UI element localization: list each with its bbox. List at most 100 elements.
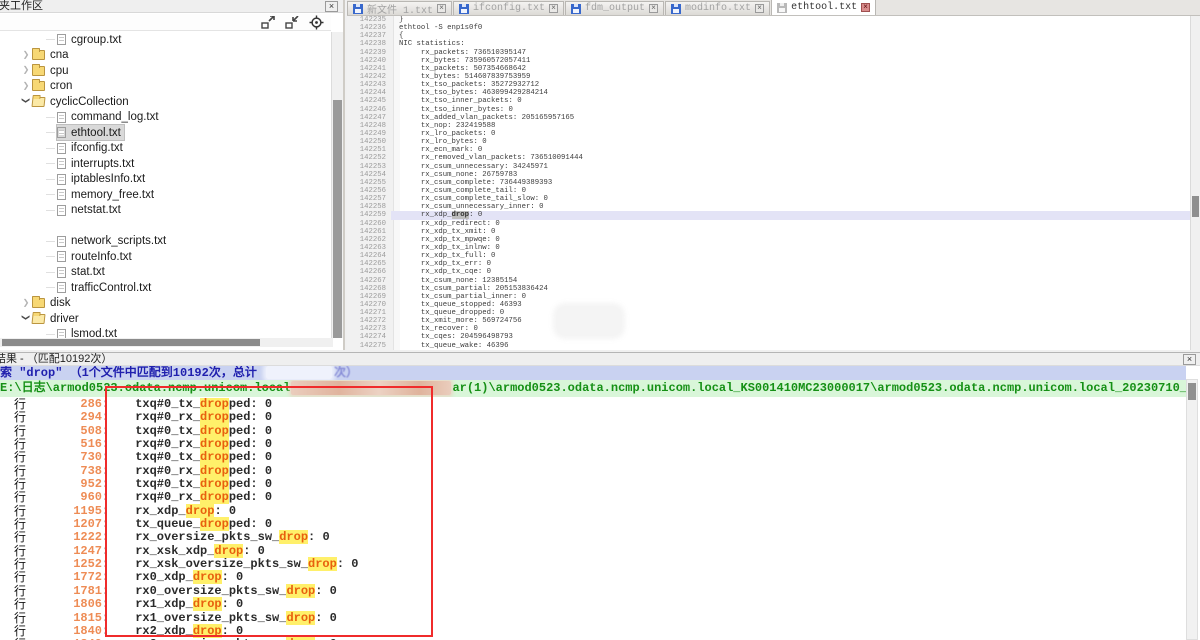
editor-line: 142252 rx_removed_vlan_packets: 73651009…: [347, 154, 1190, 162]
editor-line: 142239 rx_packets: 736510395147: [347, 49, 1190, 57]
row-text: rx1_oversize_pkts_sw_drop: 0: [135, 612, 337, 625]
row-line-number: 1247: [28, 545, 102, 558]
search-result-row[interactable]: 行286:txq#0_tx_dropped: 0: [0, 398, 1186, 411]
tree-item-lsmod-txt[interactable]: lsmod.txt: [0, 327, 333, 339]
results-vertical-scrollbar[interactable]: [1186, 379, 1198, 640]
search-result-row[interactable]: 行1806:rx1_xdp_drop: 0: [0, 598, 1186, 611]
tab-modinfo-txt[interactable]: modinfo.txt×: [665, 1, 770, 15]
row-text: txq#0_tx_dropped: 0: [135, 478, 272, 491]
match-highlight: drop: [200, 450, 229, 464]
tree-item-network-scripts-txt[interactable]: network_scripts.txt: [0, 234, 333, 250]
row-text: rxq#0_rx_dropped: 0: [135, 411, 272, 424]
row-text: txq#0_tx_dropped: 0: [135, 398, 272, 411]
scrollbar-thumb[interactable]: [1188, 383, 1196, 400]
search-result-row[interactable]: 行1247:rx_xsk_xdp_drop: 0: [0, 545, 1186, 558]
search-summary-line[interactable]: 搜索 "drop" （1个文件中匹配到10192次，总计 次）: [0, 366, 1186, 380]
tab--1-txt[interactable]: 新文件 1.txt×: [347, 1, 452, 15]
row-line-number: 1207: [28, 518, 102, 531]
locate-file-icon[interactable]: [308, 15, 325, 30]
match-highlight: drop: [286, 611, 315, 625]
search-result-row[interactable]: 行1815:rx1_oversize_pkts_sw_drop: 0: [0, 612, 1186, 625]
tab-ifconfig-txt[interactable]: ifconfig.txt×: [453, 1, 564, 15]
tree-item-command-log-txt[interactable]: command_log.txt: [0, 110, 333, 126]
search-result-row[interactable]: 行1840:rx2_xdp_drop: 0: [0, 625, 1186, 638]
line-number: 142272: [347, 317, 391, 325]
search-result-row[interactable]: 行960:rxq#0_rx_dropped: 0: [0, 491, 1186, 504]
chevron-down-icon[interactable]: ❯: [22, 312, 31, 324]
search-result-row[interactable]: 行294:rxq#0_rx_dropped: 0: [0, 411, 1186, 424]
expand-all-icon[interactable]: [260, 15, 277, 30]
results-close-icon[interactable]: ×: [1183, 354, 1196, 365]
tree-item-netstat-txt[interactable]: netstat.txt: [0, 203, 333, 219]
scrollbar-thumb[interactable]: [1192, 196, 1199, 217]
tree-vertical-scrollbar[interactable]: [331, 32, 343, 338]
tree-item-cpu[interactable]: ❯cpu: [0, 63, 333, 79]
search-result-row[interactable]: 行1772:rx0_xdp_drop: 0: [0, 571, 1186, 584]
tree-item-label: memory_free.txt: [71, 189, 154, 201]
tree-item-cgroup-txt[interactable]: cgroup.txt: [0, 32, 333, 48]
search-result-row[interactable]: 行952:txq#0_tx_dropped: 0: [0, 478, 1186, 491]
line-text: rx_csum_none: 26759783: [391, 171, 1190, 179]
line-text: rx_ecn_mark: 0: [391, 146, 1190, 154]
search-result-row[interactable]: 行730:txq#0_tx_dropped: 0: [0, 451, 1186, 464]
chevron-right-icon[interactable]: ❯: [20, 50, 32, 59]
tree-item-trafficcontrol-txt[interactable]: trafficControl.txt: [0, 280, 333, 296]
tree-horizontal-scrollbar[interactable]: [0, 338, 333, 347]
search-result-row[interactable]: 行1781:rx0_oversize_pkts_sw_drop: 0: [0, 585, 1186, 598]
redaction-patch: [266, 366, 332, 379]
tab-close-icon[interactable]: ×: [755, 4, 764, 13]
row-colon: :: [102, 558, 109, 571]
tree-item-memory-free-txt[interactable]: memory_free.txt: [0, 187, 333, 203]
result-file-path-line[interactable]: E:\日志\armod0523.odata.ncmp.unicom.locala…: [0, 380, 1186, 397]
chevron-right-icon[interactable]: ❯: [20, 65, 32, 74]
tree-item-cron[interactable]: ❯cron: [0, 79, 333, 95]
tab-ethtool-txt[interactable]: ethtool.txt ×: [771, 0, 876, 15]
editor-line: 142259 rx_xdp_drop: 0: [347, 211, 1190, 219]
tree-item-driver[interactable]: ❯driver: [0, 311, 333, 327]
search-result-row[interactable]: 行516:rxq#0_rx_dropped: 0: [0, 438, 1186, 451]
collapse-all-icon[interactable]: [284, 15, 301, 30]
tree-item-iptablesinfo-txt[interactable]: iptablesInfo.txt: [0, 172, 333, 188]
tab-label: ethtool.txt: [791, 2, 857, 13]
tree-item-routeinfo-txt[interactable]: routeInfo.txt: [0, 249, 333, 265]
tree-item-ethtool-txt[interactable]: ethtool.txt: [0, 125, 333, 141]
tree-item-disk[interactable]: ❯disk: [0, 296, 333, 312]
line-text: tx_nop: 232419588: [391, 122, 1190, 130]
line-number: 142265: [347, 260, 391, 268]
tree-item-cycliccollection[interactable]: ❯cyclicCollection: [0, 94, 333, 110]
chevron-right-icon[interactable]: ❯: [20, 298, 32, 307]
tree-connector: [46, 287, 55, 288]
editor-text-area[interactable]: 142235}142236ethtool -S enp1s0f0142237{1…: [347, 16, 1190, 350]
scrollbar-thumb[interactable]: [333, 100, 342, 338]
search-result-row[interactable]: 行738:rxq#0_rx_dropped: 0: [0, 465, 1186, 478]
tree-item-ifconfig-txt[interactable]: ifconfig.txt: [0, 141, 333, 157]
tree-item-stat-txt[interactable]: stat.txt: [0, 265, 333, 281]
match-highlight: drop: [186, 504, 215, 518]
tree-item-cna[interactable]: ❯cna: [0, 48, 333, 64]
chevron-down-icon[interactable]: ❯: [22, 95, 31, 107]
search-result-row[interactable]: 行1195:rx_xdp_drop: 0: [0, 505, 1186, 518]
file-icon: [57, 329, 66, 338]
tab-bar: 新文件 1.txt×ifconfig.txt×fdm_output×modinf…: [347, 0, 1200, 16]
search-result-row[interactable]: 行1207:tx_queue_dropped: 0: [0, 518, 1186, 531]
search-result-row[interactable]: 行1252:rx_xsk_oversize_pkts_sw_drop: 0: [0, 558, 1186, 571]
row-line-label: 行: [14, 478, 28, 491]
line-number: 142254: [347, 171, 391, 179]
tab-close-icon[interactable]: ×: [549, 4, 558, 13]
editor-vertical-scrollbar[interactable]: [1190, 16, 1200, 350]
search-result-row[interactable]: 行508:txq#0_tx_dropped: 0: [0, 425, 1186, 438]
tab-close-icon[interactable]: ×: [437, 4, 446, 13]
row-line-label: 行: [14, 451, 28, 464]
tab-close-icon[interactable]: ×: [861, 3, 870, 12]
tab-close-icon[interactable]: ×: [649, 4, 658, 13]
row-colon: :: [102, 505, 109, 518]
editor-line: 142236ethtool -S enp1s0f0: [347, 24, 1190, 32]
tree-item-interrupts-txt[interactable]: interrupts.txt: [0, 156, 333, 172]
search-result-row[interactable]: 行1222:rx_oversize_pkts_sw_drop: 0: [0, 531, 1186, 544]
chevron-right-icon[interactable]: ❯: [20, 81, 32, 90]
save-icon: [571, 4, 581, 14]
line-text: tx_added_vlan_packets: 205165957165: [391, 114, 1190, 122]
workspace-close-icon[interactable]: ×: [325, 1, 338, 12]
scrollbar-thumb[interactable]: [2, 339, 260, 346]
tab-fdm-output[interactable]: fdm_output×: [565, 1, 664, 15]
